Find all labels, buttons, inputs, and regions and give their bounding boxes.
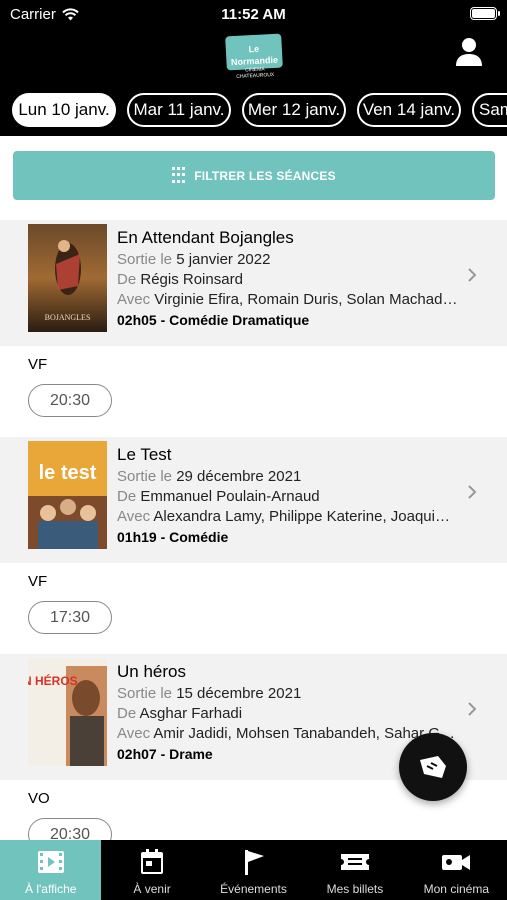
status-time: 11:52 AM <box>221 6 286 23</box>
poster-title: BOJANGLES <box>45 313 91 322</box>
film-duration-genre: 02h05 - Comédie Dramatique <box>117 312 310 328</box>
app-header: Carrier 11:52 AM Le Normandie CINEMA CHA… <box>0 0 507 86</box>
calendar-icon <box>141 849 164 874</box>
grid-icon <box>172 167 186 184</box>
cast-label: Avec <box>117 508 151 525</box>
cast-label: Avec <box>117 725 151 742</box>
film-icon <box>37 851 64 873</box>
film-director: De Emmanuel Poulain-Arnaud <box>117 488 462 505</box>
director-name: Asghar Farhadi <box>139 705 243 722</box>
filter-label: FILTRER LES SÉANCES <box>194 168 336 183</box>
film-poster: BOJANGLES <box>28 224 107 332</box>
date-chip-mer-12[interactable]: Mer 12 janv. <box>242 93 346 127</box>
cast-label: Avec <box>117 291 151 308</box>
status-bar: Carrier 11:52 AM <box>0 4 507 26</box>
film-poster: le test <box>28 441 107 549</box>
film-release: Sortie le 15 décembre 2021 <box>117 685 462 702</box>
date-chip-sam[interactable]: Sam <box>472 93 507 127</box>
logo-subtext: CINEMA CHATEAUROUX <box>236 66 275 80</box>
cast-names: Alexandra Lamy, Philippe Katerine, Joaqu… <box>153 508 462 525</box>
version-label: VF <box>28 573 48 590</box>
ticket-icon <box>340 854 369 870</box>
date-selector[interactable]: Lun 10 janv. Mar 11 janv. Mer 12 janv. V… <box>0 86 507 136</box>
quick-booking-fab[interactable] <box>399 733 467 801</box>
film-cast: Avec Amir Jadidi, Mohsen Tanabandeh, Sah… <box>117 725 462 742</box>
tab-a-venir[interactable]: À venir <box>101 840 202 900</box>
film-release: Sortie le 5 janvier 2022 <box>117 251 462 268</box>
poster-title: UN HÉROS <box>28 673 78 688</box>
film-card[interactable]: BOJANGLES En Attendant Bojangles Sortie … <box>0 220 507 346</box>
seance-button[interactable]: 17:30 <box>28 601 112 634</box>
film-cast: Avec Alexandra Lamy, Philippe Katerine, … <box>117 508 462 525</box>
film-release: Sortie le 29 décembre 2021 <box>117 468 462 485</box>
tab-label: Mon cinéma <box>423 882 490 896</box>
seance-button[interactable]: 20:30 <box>28 818 112 840</box>
tab-label: À l'affiche <box>24 882 77 896</box>
release-label: Sortie le <box>117 468 173 485</box>
film-title: En Attendant Bojangles <box>117 228 294 247</box>
release-date: 29 décembre 2021 <box>176 468 302 485</box>
film-title: Un héros <box>117 662 186 681</box>
director-label: De <box>117 488 137 505</box>
film-cast: Avec Virginie Efira, Romain Duris, Solan… <box>117 291 462 308</box>
date-chip-lun-10[interactable]: Lun 10 janv. <box>12 93 116 127</box>
chevron-right-icon[interactable] <box>467 267 477 283</box>
film-card[interactable]: le test Le Test Sortie le 29 décembre 20… <box>0 437 507 563</box>
profile-icon[interactable] <box>455 37 483 67</box>
tab-label: À venir <box>133 882 171 896</box>
chevron-right-icon[interactable] <box>467 701 477 717</box>
film-director: De Asghar Farhadi <box>117 705 462 722</box>
release-date: 15 décembre 2021 <box>176 685 302 702</box>
cinema-logo[interactable]: Le Normandie CINEMA CHATEAUROUX <box>225 33 283 80</box>
ticket-plane-icon <box>420 756 446 778</box>
battery-icon <box>470 7 500 20</box>
film-poster: UN HÉROS <box>28 658 107 766</box>
film-director: De Régis Roinsard <box>117 271 462 288</box>
date-chip-ven-14[interactable]: Ven 14 janv. <box>357 93 461 127</box>
tab-mon-cinema[interactable]: Mon cinéma <box>406 840 507 900</box>
director-name: Régis Roinsard <box>140 271 243 288</box>
poster-title: le test <box>39 462 97 484</box>
date-chip-mar-11[interactable]: Mar 11 janv. <box>127 93 231 127</box>
tab-mes-billets[interactable]: Mes billets <box>304 840 405 900</box>
tab-evenements[interactable]: Événements <box>203 840 304 900</box>
release-label: Sortie le <box>117 685 173 702</box>
tab-label: Événements <box>220 882 287 896</box>
version-label: VF <box>28 356 48 373</box>
camera-icon <box>442 855 471 870</box>
release-label: Sortie le <box>117 251 173 268</box>
release-date: 5 janvier 2022 <box>176 251 271 268</box>
director-label: De <box>117 705 137 722</box>
seance-button[interactable]: 20:30 <box>28 384 112 417</box>
film-duration-genre: 01h19 - Comédie <box>117 529 229 545</box>
cast-names: Virginie Efira, Romain Duris, Solan Mach… <box>154 291 462 308</box>
bottom-tab-bar: À l'affiche À venir Événements Mes bille… <box>0 840 507 900</box>
director-name: Emmanuel Poulain-Arnaud <box>140 488 320 505</box>
director-label: De <box>117 271 137 288</box>
film-title: Le Test <box>117 445 172 464</box>
flag-icon <box>244 850 264 875</box>
tab-a-l-affiche[interactable]: À l'affiche <box>0 840 102 900</box>
version-label: VO <box>28 790 50 807</box>
tab-label: Mes billets <box>326 882 384 896</box>
logo-text: Le Normandie <box>230 43 279 68</box>
film-info: En Attendant Bojangles Sortie le 5 janvi… <box>117 228 462 328</box>
film-info: Le Test Sortie le 29 décembre 2021 De Em… <box>117 445 462 545</box>
chevron-right-icon[interactable] <box>467 484 477 500</box>
filter-seances-button[interactable]: FILTRER LES SÉANCES <box>13 151 495 200</box>
